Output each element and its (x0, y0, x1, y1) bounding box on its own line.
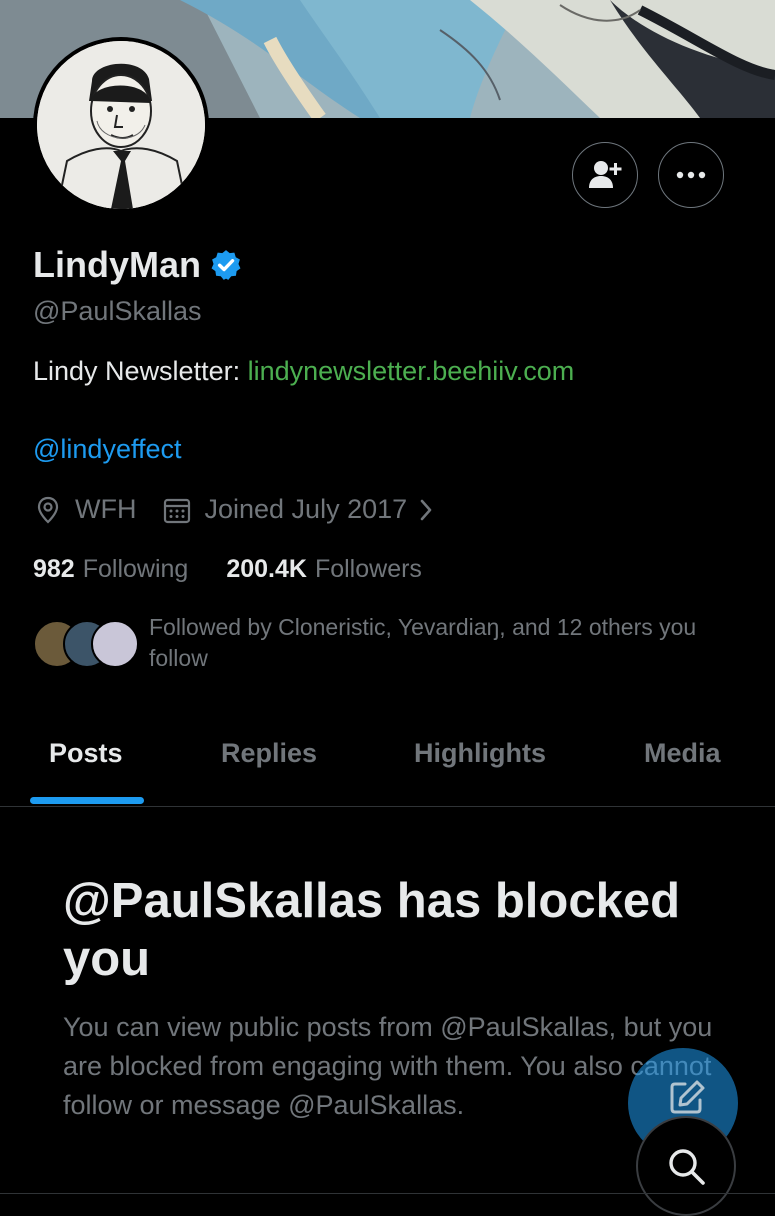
joined-item: Joined July 2017 (162, 494, 437, 525)
location-text: WFH (75, 494, 137, 524)
person-plus-icon (589, 161, 622, 188)
bio-mention-link[interactable]: @lindyeffect (33, 434, 182, 465)
followers-label: Followers (314, 555, 422, 583)
bio-text: Lindy Newsletter: (33, 356, 248, 386)
blocked-title: @PaulSkallas has blocked you (63, 874, 680, 986)
location-item: WFH (33, 494, 136, 525)
search-icon (669, 1149, 705, 1185)
followers-link[interactable]: 200.4K Followers (226, 555, 422, 584)
chevron-right-icon[interactable] (415, 495, 437, 525)
compose-icon (670, 1080, 705, 1114)
profile-tabs: Posts Replies Highlights Media (0, 718, 775, 807)
followers-count: 200.4K (226, 555, 307, 583)
tab-highlights[interactable]: Highlights (414, 738, 546, 769)
following-count: 982 (33, 555, 75, 583)
divider (0, 1193, 775, 1194)
more-options-button[interactable] (658, 142, 724, 208)
joined-text: Joined July 2017 (204, 494, 408, 524)
active-tab-indicator (30, 797, 144, 804)
profile-avatar[interactable] (33, 37, 209, 213)
tab-media[interactable]: Media (644, 738, 721, 769)
profile-bio: Lindy Newsletter: lindynewsletter.beehii… (33, 356, 574, 387)
avatar (91, 620, 139, 668)
following-link[interactable]: 982 Following (33, 555, 188, 584)
profile-meta: WFH Joined July 2017 (33, 494, 437, 525)
calendar-icon (164, 498, 191, 523)
more-horizontal-icon (676, 171, 706, 179)
followed-by-row[interactable]: Followed by Cloneristic, Yevardiaŋ, and … (33, 612, 749, 674)
following-label: Following (82, 555, 189, 583)
follow-counts: 982 Following 200.4K Followers (33, 555, 422, 584)
profile-handle: @PaulSkallas (33, 296, 202, 326)
bio-link[interactable]: lindynewsletter.beehiiv.com (248, 356, 575, 386)
profile-name: LindyMan (33, 244, 201, 285)
profile-name-row: LindyMan (33, 244, 243, 286)
tab-posts[interactable]: Posts (49, 738, 123, 769)
followed-by-text: Followed by Cloneristic, Yevardiaŋ, and … (149, 614, 697, 671)
tab-replies[interactable]: Replies (221, 738, 317, 769)
location-pin-icon (37, 496, 59, 524)
mutual-avatars (33, 620, 139, 668)
search-button[interactable] (636, 1116, 736, 1216)
follow-button[interactable] (572, 142, 638, 208)
verified-badge-icon[interactable] (209, 248, 243, 282)
